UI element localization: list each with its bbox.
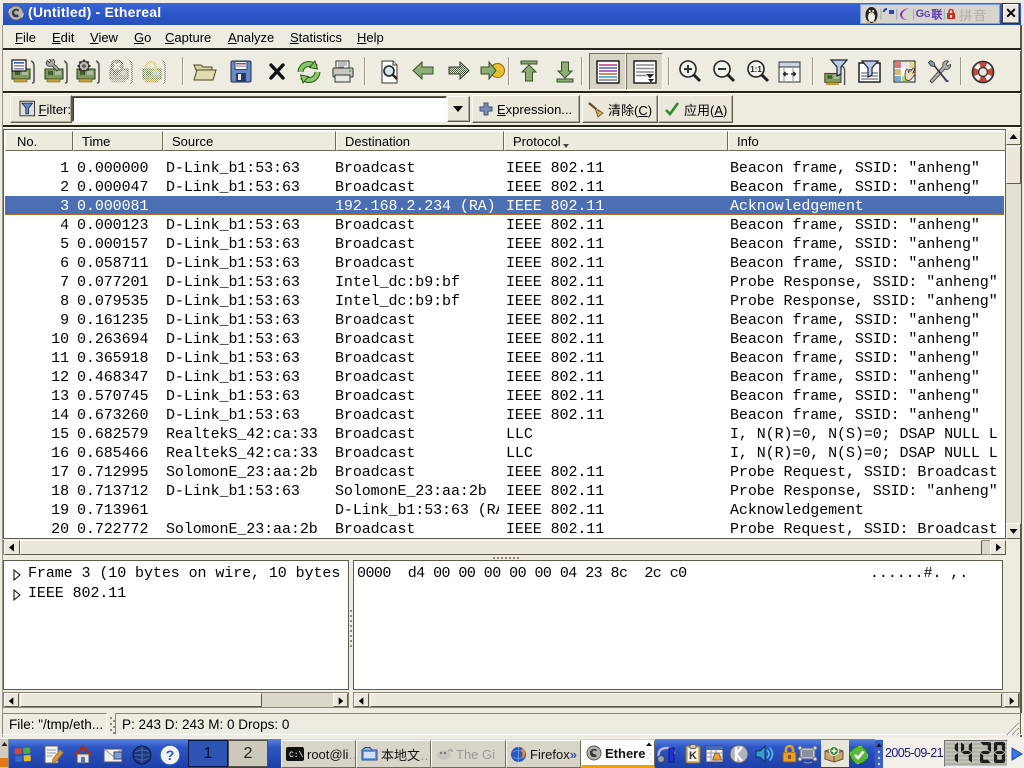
- svg-text:?: ?: [166, 747, 175, 763]
- svg-text:1:1: 1:1: [750, 65, 762, 74]
- svg-text:C:\: C:\: [289, 751, 304, 760]
- svg-text:K: K: [689, 750, 697, 762]
